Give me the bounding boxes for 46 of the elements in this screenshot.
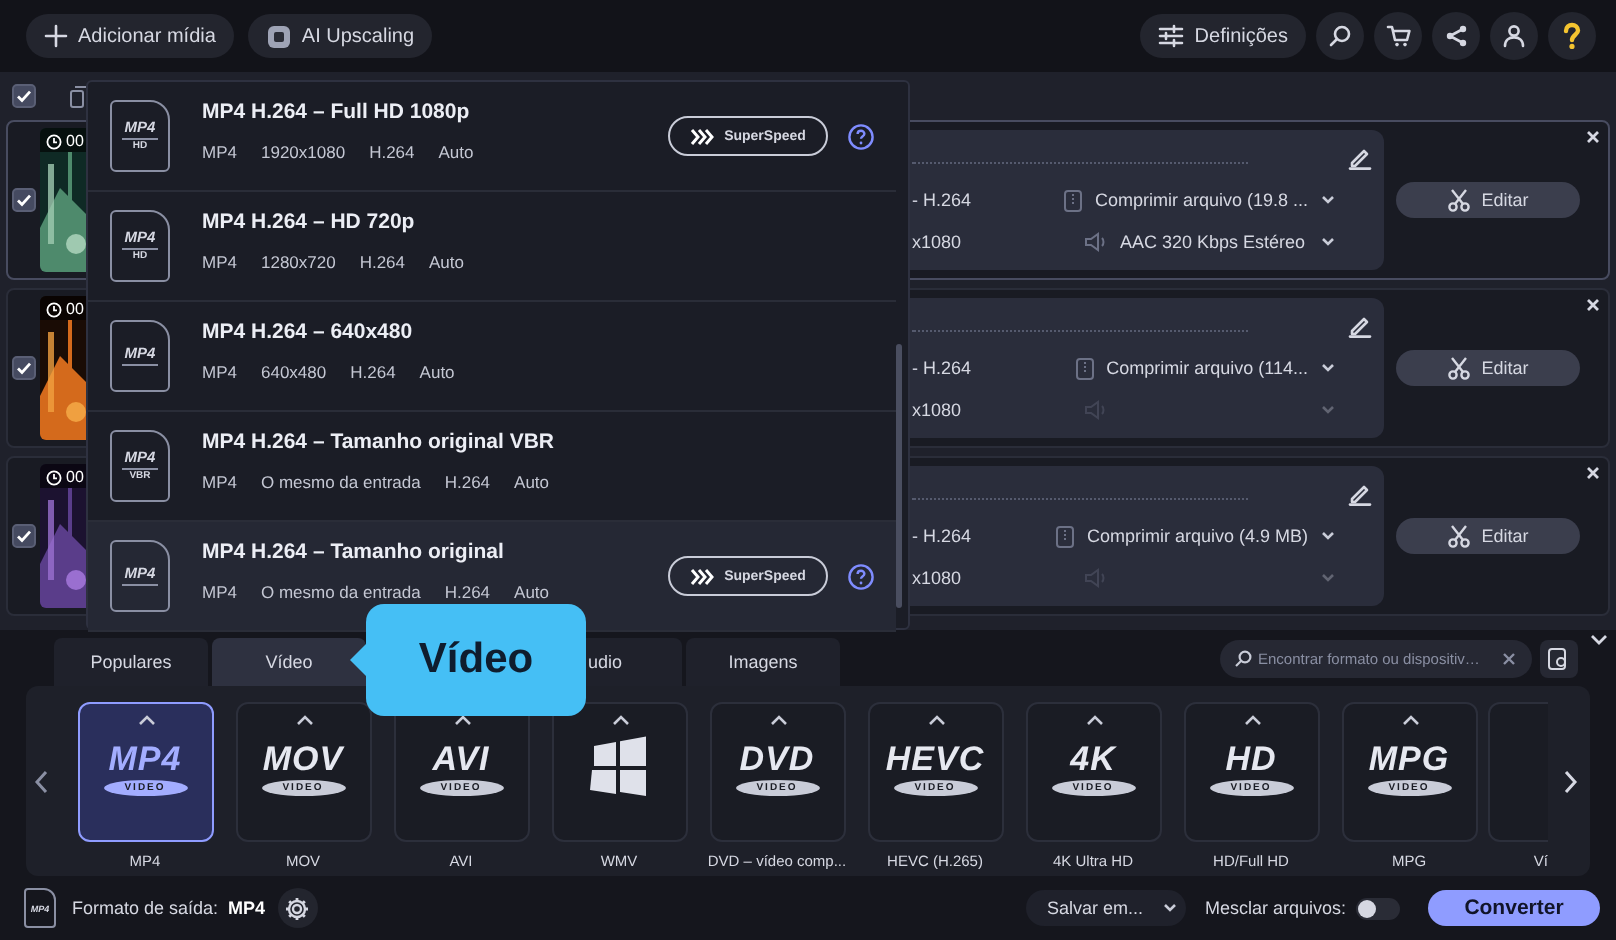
spec-text: H.264 xyxy=(350,361,396,381)
spec-text: MP4 xyxy=(202,361,237,381)
spec-text: Auto xyxy=(419,361,455,381)
format-logo: AVI xyxy=(432,742,490,776)
merge-files-label: Mesclar arquivos: xyxy=(1204,898,1346,918)
spec-text: MP4 xyxy=(202,141,237,161)
spec-text: Auto xyxy=(514,581,550,601)
codec-text: - H.264 xyxy=(912,190,974,210)
tooltip: Vídeo xyxy=(366,604,586,716)
preset-title: MP4 H.264 – Tamanho original xyxy=(202,539,506,563)
resolution-text: x1080 xyxy=(912,232,964,252)
duration-text: 00 xyxy=(66,132,84,150)
codec-text: - H.264 xyxy=(912,358,974,378)
duration-text: 00 xyxy=(66,468,84,486)
spec-text: O mesmo da entrada xyxy=(260,471,421,491)
spec-text: 640x480 xyxy=(260,361,327,381)
resolution-text: x1080 xyxy=(912,400,964,420)
format-logo: MOV xyxy=(262,742,344,776)
format-logo: DVD xyxy=(739,742,815,776)
preset-title: MP4 H.264 – 640x480 xyxy=(202,319,415,343)
spec-text: H.264 xyxy=(369,141,415,161)
spec-text: Auto xyxy=(514,471,550,491)
spec-text: MP4 xyxy=(202,581,237,601)
output-format-value: MP4 xyxy=(228,898,266,918)
format-logo: 4K xyxy=(1070,742,1116,776)
spec-text: H.264 xyxy=(359,251,406,271)
spec-text: H.264 xyxy=(444,581,491,601)
spec-text: MP4 xyxy=(202,471,237,491)
spec-text: 1920x1080 xyxy=(260,141,346,161)
duration-text: 00 xyxy=(66,300,84,318)
resolution-text: x1080 xyxy=(912,568,964,588)
spec-text: H.264 xyxy=(444,471,491,491)
codec-text: - H.264 xyxy=(912,526,974,546)
spec-text: Auto xyxy=(429,251,465,271)
spec-text: 1280x720 xyxy=(260,251,336,271)
format-logo: HD xyxy=(1225,742,1277,776)
spec-text: Auto xyxy=(438,141,474,161)
spec-text: O mesmo da entrada xyxy=(260,581,421,601)
preset-title: MP4 H.264 – HD 720p xyxy=(202,209,417,233)
output-format-label: Formato de saída: xyxy=(72,898,219,918)
format-logo: HEVC xyxy=(885,742,985,776)
spec-text: MP4 xyxy=(202,251,237,271)
preset-title: MP4 H.264 – Full HD 1080p xyxy=(202,99,472,123)
preset-title: MP4 H.264 – Tamanho original VBR xyxy=(202,429,557,453)
format-logo: MPG xyxy=(1368,742,1450,776)
format-logo: MP4 xyxy=(108,742,182,776)
